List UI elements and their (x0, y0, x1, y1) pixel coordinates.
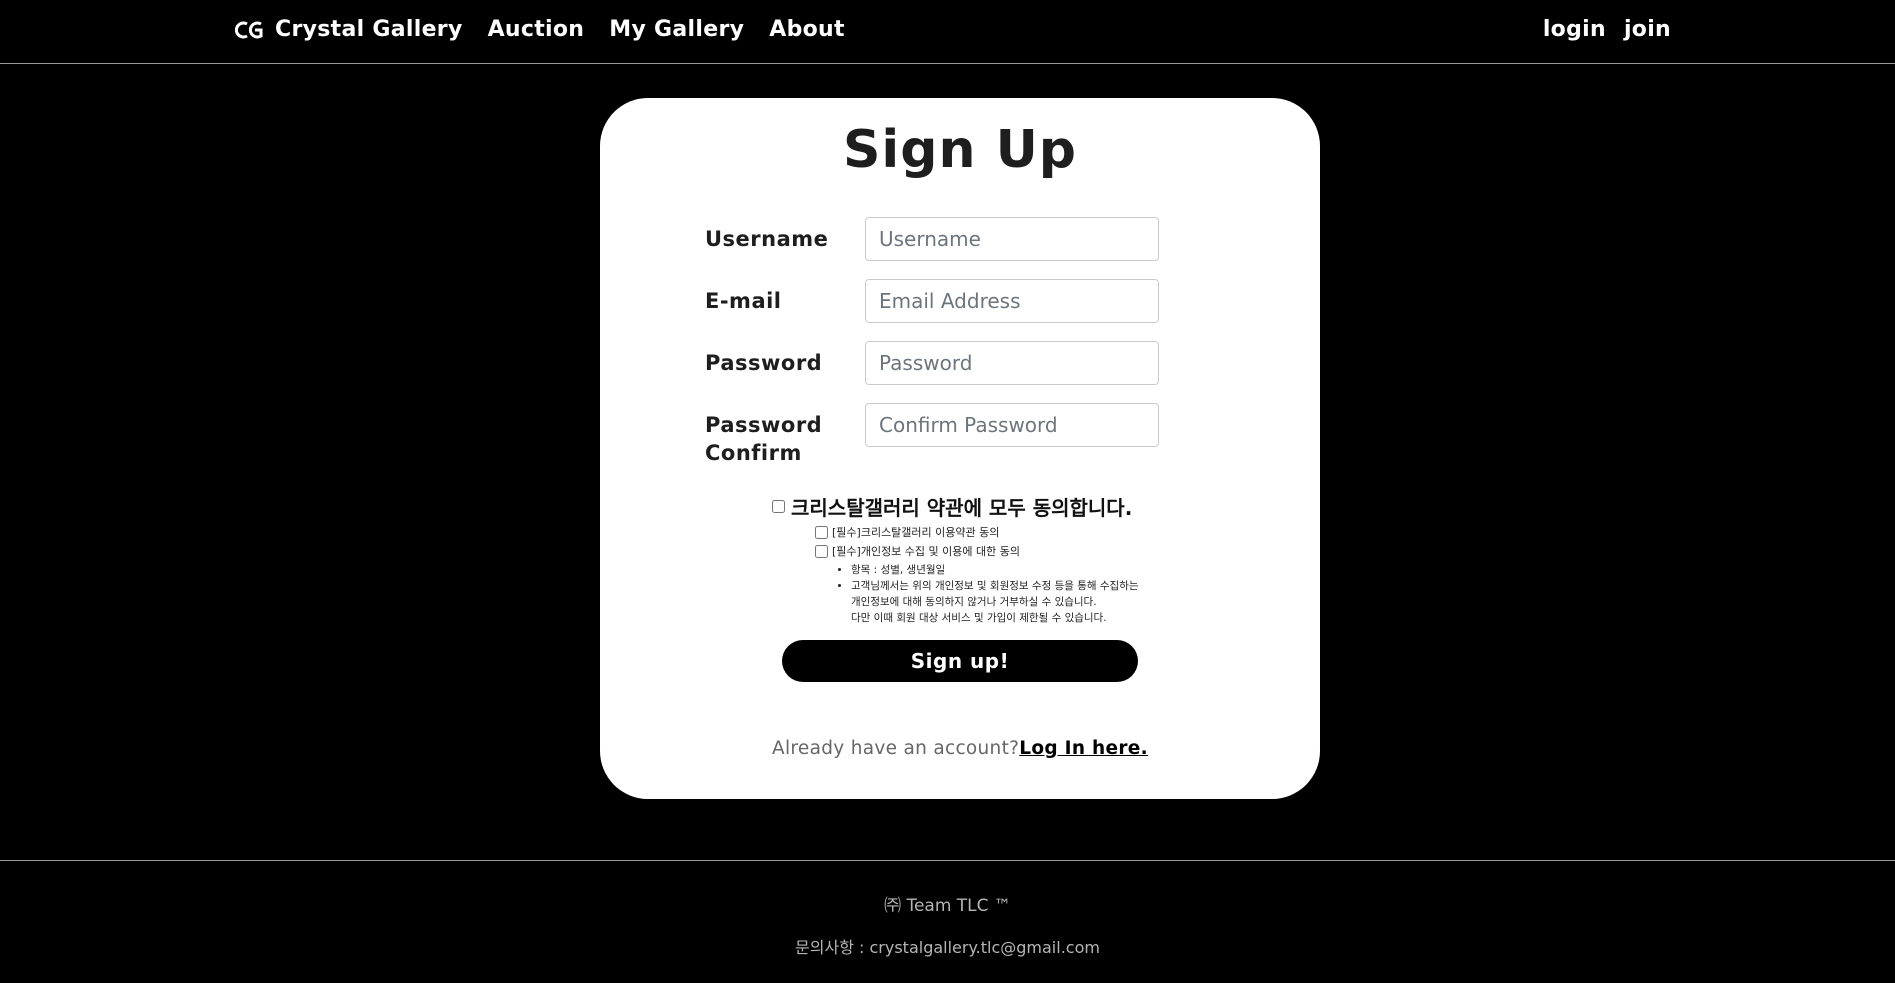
page-title: Sign Up (842, 120, 1078, 180)
nav-about[interactable]: About (769, 17, 845, 42)
password-confirm-input[interactable] (865, 403, 1159, 447)
brand-label: Crystal Gallery (275, 17, 463, 42)
nav-login[interactable]: login (1543, 17, 1606, 42)
agree-privacy-label: [필수]개인정보 수집 및 이용에 대한 동의 (832, 545, 1020, 558)
privacy-items: 항목 : 성별, 생년월일 (851, 562, 1212, 578)
nav-left: Crystal Gallery Auction My Gallery About (234, 17, 870, 42)
agree-privacy-row: [필수]개인정보 수집 및 이용에 대한 동의 (815, 543, 1212, 559)
agree-all-checkbox[interactable] (772, 500, 785, 513)
password-confirm-label-line1: Password (705, 413, 823, 437)
password-confirm-label-line2: Confirm (705, 441, 802, 465)
navbar: Crystal Gallery Auction My Gallery About… (0, 0, 1895, 64)
nav-join[interactable]: join (1624, 17, 1671, 42)
privacy-notice: 고객님께서는 위의 개인정보 및 회원정보 수정 등을 통해 수집하는 개인정보… (851, 578, 1212, 626)
email-input[interactable] (865, 279, 1159, 323)
login-here-link[interactable]: Log In here. (1019, 738, 1148, 759)
password-confirm-label: Password Confirm (705, 411, 822, 467)
signup-card: Sign Up Username E-mail Password Passwor… (600, 98, 1320, 799)
nav-right: login join (1525, 17, 1671, 42)
agree-terms-row: [필수]크리스탈갤러리 이용약관 동의 (815, 524, 1212, 540)
username-input[interactable] (865, 217, 1159, 261)
username-label: Username (705, 227, 829, 251)
agreement-section: 크리스탈갤러리 약관에 모두 동의합니다. [필수]크리스탈갤러리 이용약관 동… (772, 492, 1212, 626)
privacy-notice-line3: 다만 이때 회원 대상 서비스 및 가입이 제한될 수 있습니다. (851, 612, 1107, 624)
brand-link[interactable]: Crystal Gallery (234, 17, 463, 42)
agree-all-label: 크리스탈갤러리 약관에 모두 동의합니다. (791, 496, 1133, 520)
password-input[interactable] (865, 341, 1159, 385)
agree-terms-checkbox[interactable] (815, 525, 828, 539)
footer-contact: 문의사항 : crystalgallery.tlc@gmail.com (795, 938, 1100, 957)
footer-team: ㈜ Team TLC ™ (884, 896, 1011, 916)
nav-my-gallery[interactable]: My Gallery (609, 17, 744, 42)
signup-button[interactable]: Sign up! (782, 640, 1138, 682)
email-label: E-mail (705, 289, 782, 313)
privacy-notice-line2: 개인정보에 대해 동의하지 않거나 거부하실 수 있습니다. (851, 596, 1097, 608)
agree-all-row: 크리스탈갤러리 약관에 모두 동의합니다. (772, 492, 1212, 521)
login-prompt-text: Already have an account? (772, 738, 1020, 759)
crystal-gallery-logo-icon (234, 21, 263, 38)
footer: ㈜ Team TLC ™ 문의사항 : crystalgallery.tlc@g… (0, 860, 1895, 983)
login-prompt: Already have an account?Log In here. (600, 738, 1320, 759)
password-label: Password (705, 351, 823, 375)
privacy-details-list: 항목 : 성별, 생년월일 고객님께서는 위의 개인정보 및 회원정보 수정 등… (851, 562, 1212, 626)
agree-privacy-checkbox[interactable] (815, 544, 828, 558)
privacy-notice-line1: 고객님께서는 위의 개인정보 및 회원정보 수정 등을 통해 수집하는 (851, 580, 1139, 592)
agree-terms-label: [필수]크리스탈갤러리 이용약관 동의 (832, 526, 1000, 539)
nav-auction[interactable]: Auction (488, 17, 585, 42)
